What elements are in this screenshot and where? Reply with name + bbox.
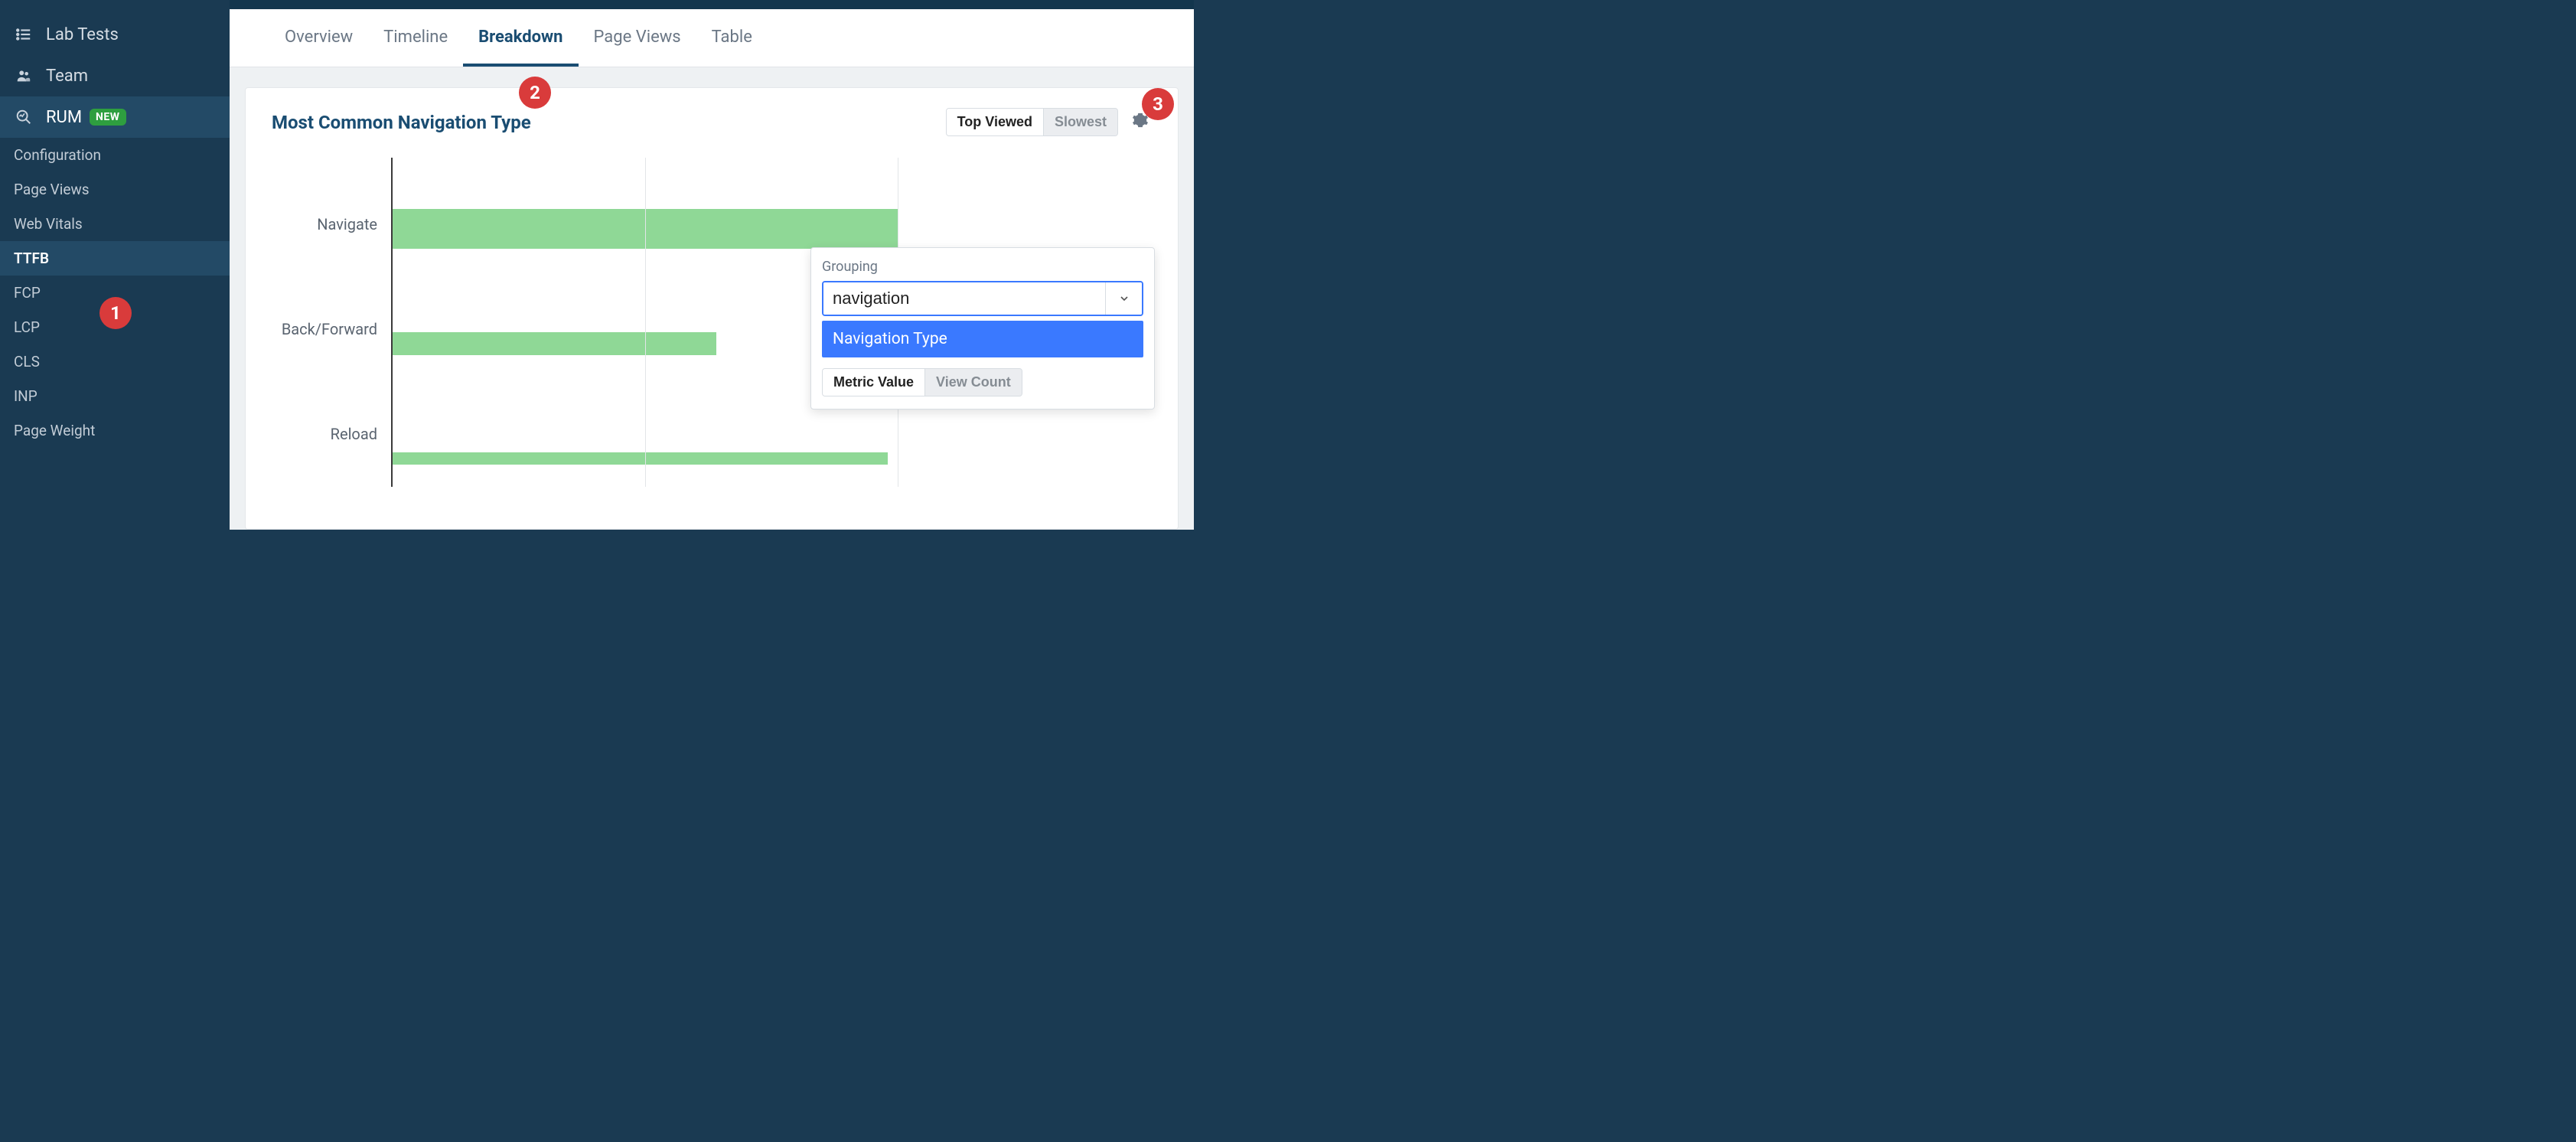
sidebar-item-team[interactable]: Team bbox=[0, 55, 230, 96]
grouping-label: Grouping bbox=[822, 259, 1143, 275]
chart-category-label: Reload bbox=[331, 382, 377, 487]
chevron-down-icon[interactable] bbox=[1105, 282, 1142, 315]
toggle-slowest[interactable]: Slowest bbox=[1044, 109, 1117, 135]
tab-table[interactable]: Table bbox=[696, 9, 768, 67]
grouping-input[interactable] bbox=[823, 282, 1105, 315]
chart-category-label: Back/Forward bbox=[282, 276, 377, 381]
sidebar-sub-page-views[interactable]: Page Views bbox=[0, 172, 230, 207]
sort-toggle: Top Viewed Slowest bbox=[946, 108, 1118, 136]
list-icon bbox=[14, 24, 34, 44]
chart-bar bbox=[393, 332, 716, 355]
sidebar-item-rum[interactable]: RUM NEW bbox=[0, 96, 230, 138]
chart-panel: Most Common Navigation Type Top Viewed S… bbox=[245, 87, 1179, 530]
chart-bar bbox=[393, 452, 888, 465]
toggle-view-count[interactable]: View Count bbox=[925, 369, 1022, 396]
tab-bar: Overview Timeline Breakdown Page Views T… bbox=[230, 9, 1194, 67]
toggle-top-viewed[interactable]: Top Viewed bbox=[947, 109, 1044, 135]
chart-category-label: Navigate bbox=[317, 171, 377, 276]
search-analytics-icon bbox=[14, 107, 34, 127]
panel-title: Most Common Navigation Type bbox=[272, 112, 531, 133]
sidebar-item-label: Lab Tests bbox=[46, 25, 119, 44]
sidebar-item-lab-tests[interactable]: Lab Tests bbox=[0, 14, 230, 55]
chart-gridline bbox=[645, 158, 646, 487]
tab-page-views[interactable]: Page Views bbox=[579, 9, 696, 67]
chart-bar-row bbox=[393, 401, 1152, 516]
chart-y-labels: Navigate Back/Forward Reload bbox=[272, 158, 391, 487]
main-content: Overview Timeline Breakdown Page Views T… bbox=[230, 0, 1194, 530]
sidebar-item-label: Team bbox=[46, 67, 88, 86]
tab-breakdown[interactable]: Breakdown bbox=[463, 9, 578, 67]
annotation-marker-2: 2 bbox=[519, 77, 551, 109]
tab-overview[interactable]: Overview bbox=[269, 9, 368, 67]
panel-controls: Top Viewed Slowest bbox=[946, 108, 1152, 136]
new-badge: NEW bbox=[90, 109, 126, 126]
grouping-popover: Grouping Navigation Type Metric Value Vi… bbox=[810, 247, 1155, 409]
sidebar: Lab Tests Team RUM NEW Configuration Pag… bbox=[0, 0, 230, 530]
tab-timeline[interactable]: Timeline bbox=[368, 9, 463, 67]
annotation-marker-1: 1 bbox=[99, 297, 132, 329]
sidebar-sub-inp[interactable]: INP bbox=[0, 379, 230, 413]
sidebar-sub-page-weight[interactable]: Page Weight bbox=[0, 413, 230, 448]
sidebar-sub-web-vitals[interactable]: Web Vitals bbox=[0, 207, 230, 241]
metric-toggle: Metric Value View Count bbox=[822, 368, 1022, 396]
sidebar-sub-configuration[interactable]: Configuration bbox=[0, 138, 230, 172]
toggle-metric-value[interactable]: Metric Value bbox=[823, 369, 925, 396]
grouping-option-navigation-type[interactable]: Navigation Type bbox=[822, 321, 1143, 357]
sidebar-item-label: RUM bbox=[46, 108, 82, 127]
team-icon bbox=[14, 66, 34, 86]
annotation-marker-3: 3 bbox=[1142, 88, 1174, 120]
sidebar-sub-cls[interactable]: CLS bbox=[0, 344, 230, 379]
panel-header: Most Common Navigation Type Top Viewed S… bbox=[272, 108, 1152, 136]
grouping-combobox[interactable] bbox=[822, 281, 1143, 316]
sidebar-sub-ttfb[interactable]: TTFB bbox=[0, 241, 230, 276]
